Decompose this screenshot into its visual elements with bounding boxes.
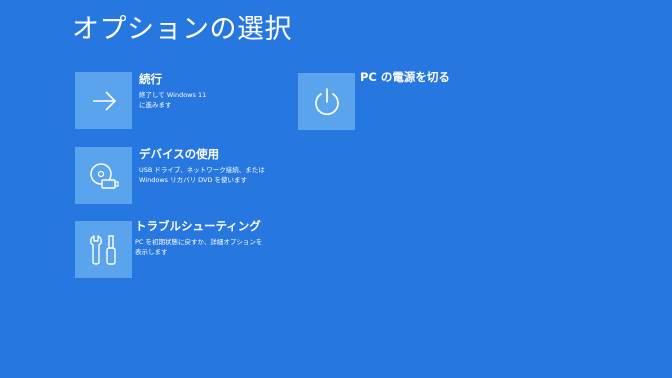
turn-off-pc-tile[interactable] xyxy=(298,73,355,130)
continue-option[interactable]: 続行 終了して Windows 11 に進みます xyxy=(75,72,235,130)
troubleshoot-option[interactable]: トラブルシューティング PC を初期状態に戻すか、詳細オプションを 表示します xyxy=(75,219,295,279)
troubleshoot-description-line: PC を初期状態に戻すか、詳細オプションを xyxy=(135,238,263,246)
use-device-option[interactable]: デバイスの使用 USB ドライブ、ネットワーク接続、または Windows リカ… xyxy=(75,147,275,205)
use-device-description-line: USB ドライブ、ネットワーク接続、または xyxy=(139,166,265,174)
troubleshoot-description-line: 表示します xyxy=(135,248,168,256)
power-icon xyxy=(311,86,343,118)
continue-label: 続行 xyxy=(139,72,162,86)
troubleshoot-label: トラブルシューティング xyxy=(135,219,261,233)
use-device-description-line: Windows リカバリ DVD を使います xyxy=(139,176,248,184)
continue-description-line: 終了して Windows 11 xyxy=(139,91,207,99)
continue-description-line: に進みます xyxy=(139,101,172,109)
troubleshoot-tile[interactable] xyxy=(75,221,132,278)
tools-icon xyxy=(88,233,120,267)
use-device-label: デバイスの使用 xyxy=(139,147,220,161)
turn-off-pc-label: PC の電源を切る xyxy=(360,70,450,84)
disc-usb-icon xyxy=(87,159,121,193)
continue-tile[interactable] xyxy=(75,72,132,129)
arrow-right-icon xyxy=(89,86,119,116)
use-device-tile[interactable] xyxy=(75,147,132,204)
page-title: オプションの選択 xyxy=(72,14,292,45)
turn-off-pc-option[interactable]: PC の電源を切る xyxy=(298,70,488,131)
